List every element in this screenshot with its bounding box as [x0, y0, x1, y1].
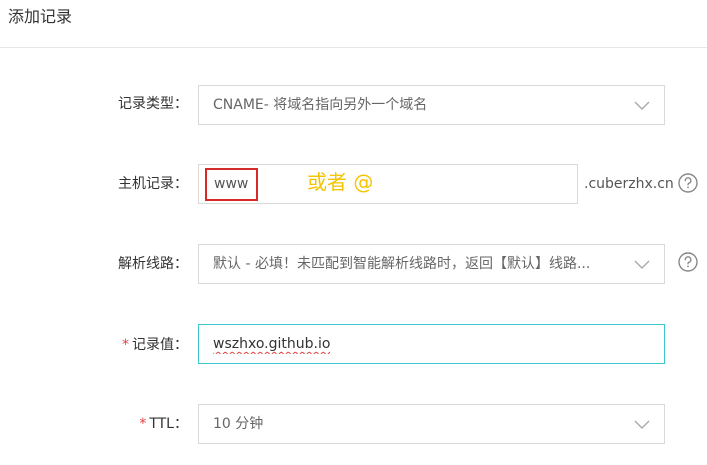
annotation-text: 或者 @ — [307, 170, 374, 194]
ttl-label-text: TTL： — [149, 416, 188, 432]
resolution-line-label: 解析线路： — [118, 256, 188, 272]
resolution-line-value: 默认 - 必填！未匹配到智能解析线路时，返回【默认】线路... — [213, 256, 591, 272]
dialog-title: 添加记录 — [8, 7, 73, 26]
resolution-line-select[interactable]: 默认 - 必填！未匹配到智能解析线路时，返回【默认】线路... — [198, 244, 665, 284]
chevron-down-icon — [634, 101, 650, 110]
record-value-input[interactable]: wszhxo.github.io — [198, 324, 665, 364]
record-value-label: * 记录值： — [68, 335, 188, 355]
question-circle-icon[interactable] — [678, 252, 698, 272]
annotation-highlight-box — [205, 168, 258, 201]
add-record-dialog: 添加记录 记录类型： CNAME- 将域名指向另外一个域名 主机记录： www … — [0, 0, 707, 465]
record-type-label: 记录类型： — [118, 96, 188, 112]
record-value-label-text: 记录值： — [132, 337, 188, 353]
ttl-value: 10 分钟 — [213, 416, 264, 432]
required-asterisk: * — [139, 416, 147, 432]
host-record-label: 主机记录： — [118, 176, 188, 192]
ttl-select[interactable]: 10 分钟 — [198, 404, 665, 444]
required-asterisk: * — [122, 337, 129, 353]
domain-suffix: .cuberzhx.cn — [584, 176, 674, 192]
record-value-value: wszhxo.github.io — [213, 336, 331, 352]
dialog-header: 添加记录 — [0, 0, 707, 48]
record-type-select[interactable]: CNAME- 将域名指向另外一个域名 — [198, 85, 665, 125]
record-type-value: CNAME- 将域名指向另外一个域名 — [213, 97, 428, 113]
question-circle-icon[interactable] — [678, 173, 698, 193]
chevron-down-icon — [634, 420, 650, 429]
chevron-down-icon — [634, 260, 650, 269]
ttl-label: * TTL： — [68, 414, 188, 434]
